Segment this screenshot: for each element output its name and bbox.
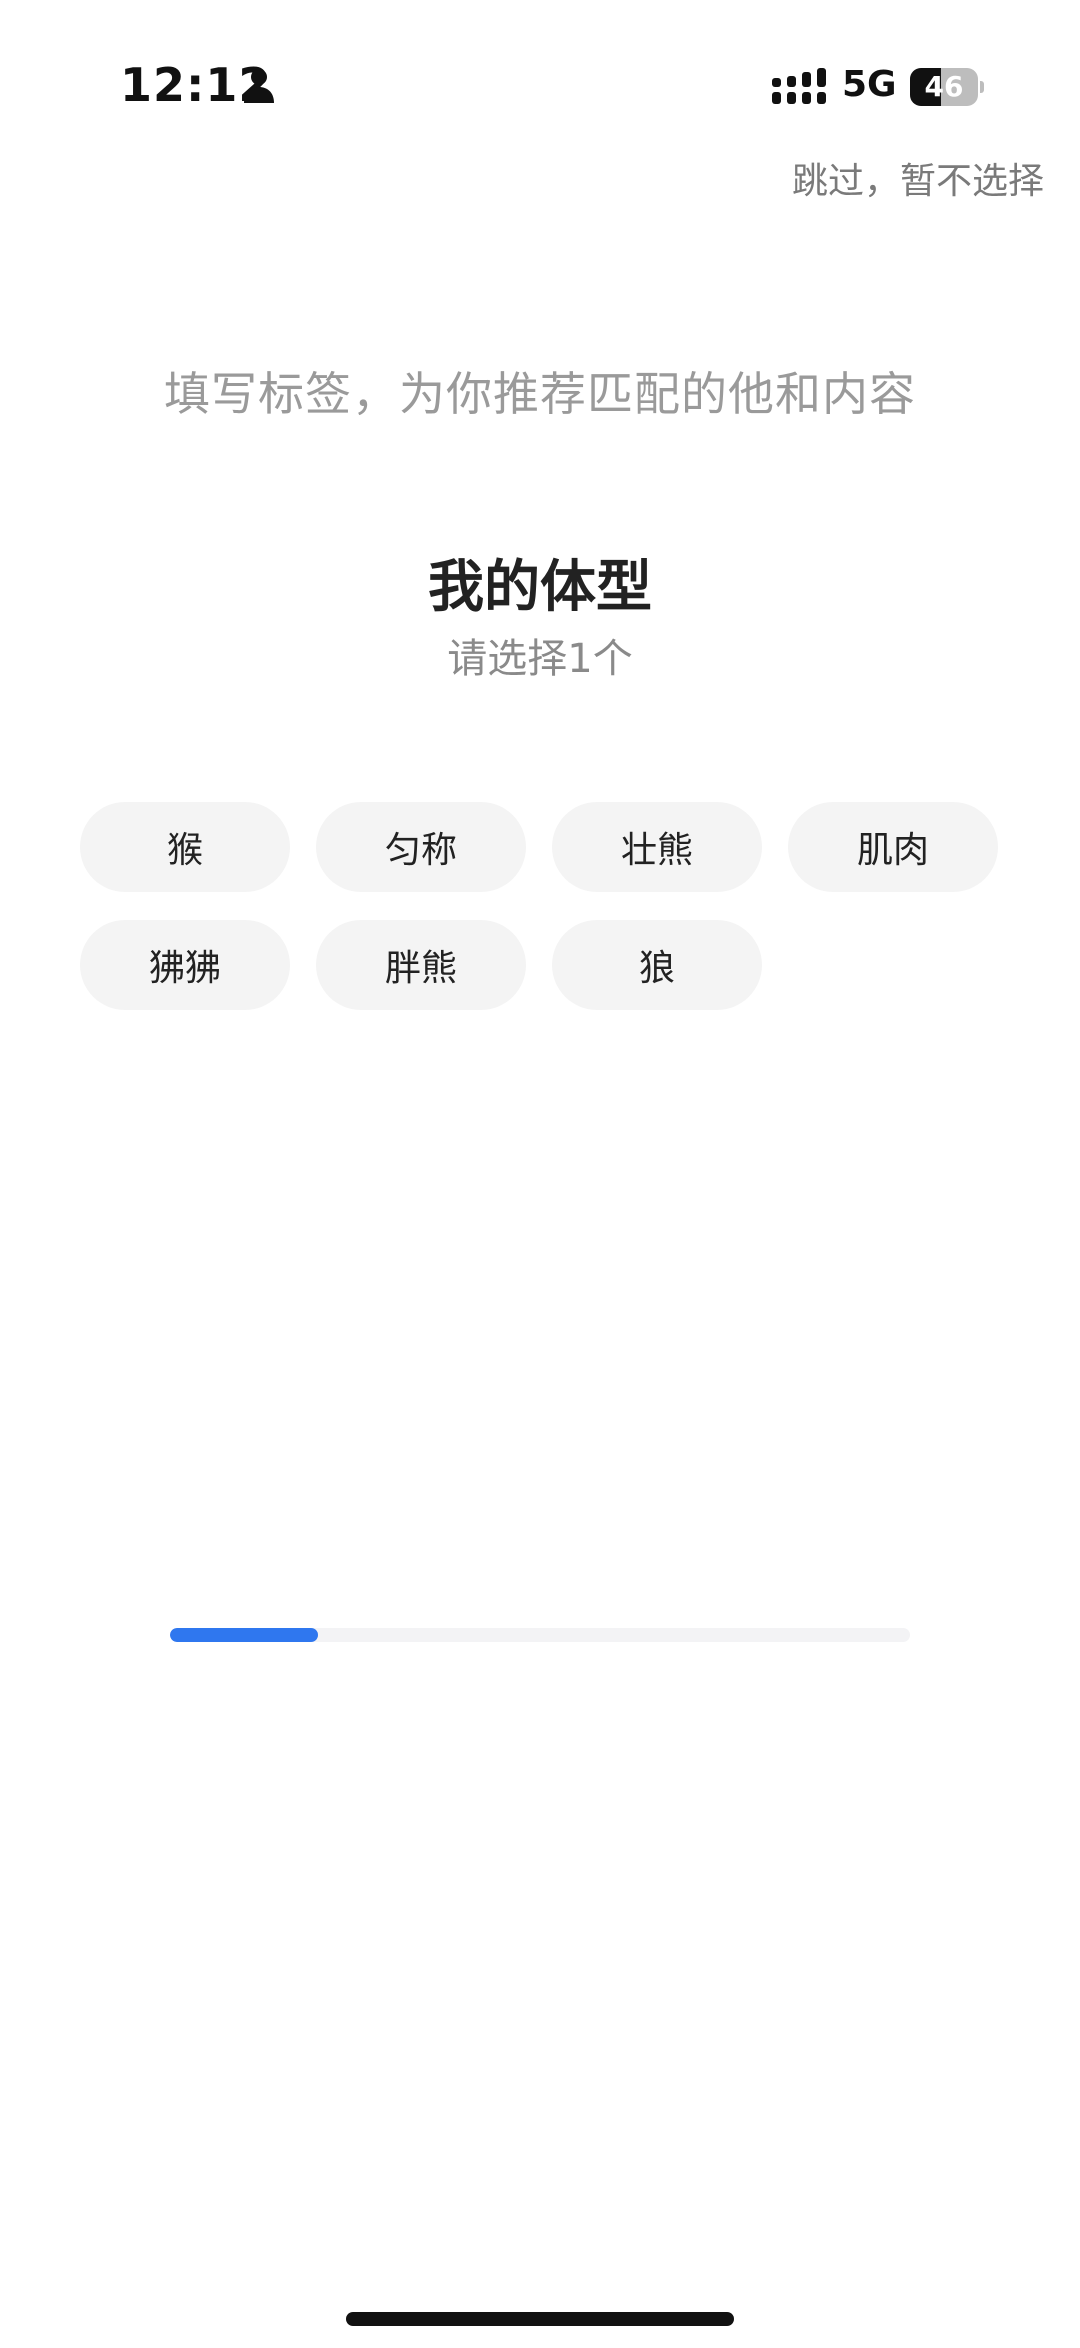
battery-level: 46 [924, 70, 964, 103]
signal-icon [772, 68, 826, 104]
tag-chip-chubby-bear[interactable]: 胖熊 [316, 920, 526, 1010]
home-indicator[interactable] [346, 2312, 734, 2326]
skip-button[interactable]: 跳过，暂不选择 [792, 152, 1044, 204]
tag-chip-monkey[interactable]: 猴 [80, 802, 290, 892]
network-type: 5G [842, 64, 897, 105]
tag-chip-balanced[interactable]: 匀称 [316, 802, 526, 892]
intro-text: 填写标签，为你推荐匹配的他和内容 [164, 367, 916, 421]
progress-fill [170, 1628, 318, 1642]
progress-bar [170, 1628, 910, 1642]
tag-grid: 猴 匀称 壮熊 肌肉 狒狒 胖熊 狼 [80, 802, 1000, 1010]
person-icon [244, 69, 274, 103]
tag-chip-muscle[interactable]: 肌肉 [788, 802, 998, 892]
tag-chip-strong-bear[interactable]: 壮熊 [552, 802, 762, 892]
tag-chip-wolf[interactable]: 狼 [552, 920, 762, 1010]
section-title: 我的体型 [428, 555, 652, 620]
section-subtitle: 请选择1个 [447, 636, 633, 682]
status-bar: 12:12 5G 46 [0, 0, 1080, 150]
tag-chip-baboon[interactable]: 狒狒 [80, 920, 290, 1010]
battery-icon: 46 [910, 68, 984, 106]
